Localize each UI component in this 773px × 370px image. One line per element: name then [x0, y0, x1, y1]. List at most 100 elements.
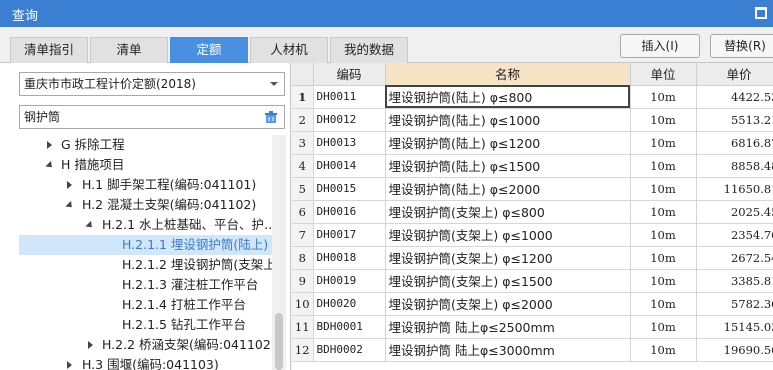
code-cell[interactable]: DH0015 [313, 177, 386, 201]
code-column-header[interactable]: 编码 [313, 63, 386, 86]
collapse-arrow-icon[interactable] [45, 160, 55, 171]
tree-node[interactable]: H.2.1.2 埋设钢护筒(支架上) [19, 255, 274, 275]
unit-cell[interactable]: 10m [630, 292, 697, 316]
tree-node[interactable]: H.2.1.5 钻孔工作平台 [19, 315, 274, 335]
tree-node[interactable]: H.2.1 水上桩基础、平台、护… [19, 215, 274, 235]
tree-node[interactable]: H.2.1.4 打桩工作平台 [19, 295, 274, 315]
tree-node[interactable]: H 措施项目 [19, 155, 274, 175]
code-cell[interactable]: BDH0002 [313, 338, 386, 362]
price-cell[interactable]: 8858.48 [696, 154, 773, 178]
price-cell[interactable]: 6816.87 [696, 131, 773, 155]
clear-search-icon[interactable] [264, 110, 278, 124]
price-cell[interactable]: 2672.54 [696, 246, 773, 270]
code-cell[interactable]: DH0013 [313, 131, 386, 155]
row-number-cell[interactable]: 6 [292, 200, 314, 224]
collapse-arrow-icon[interactable] [65, 200, 75, 211]
name-cell[interactable]: 埋设钢护筒(支架上) φ≤2000 [385, 292, 631, 316]
name-cell[interactable]: 埋设钢护筒(陆上) φ≤800 [385, 85, 631, 109]
tree-scrollbar[interactable] [272, 135, 286, 370]
tab-labor-material-machine[interactable]: 人材机 [250, 37, 328, 63]
table-row[interactable]: 3DH0013埋设钢护筒(陆上) φ≤120010m6816.87 [292, 131, 773, 155]
maximize-icon[interactable] [755, 7, 767, 19]
table-row[interactable]: 5DH0015埋设钢护筒(陆上) φ≤200010m11650.81 [292, 177, 773, 201]
table-row[interactable]: 4DH0014埋设钢护筒(陆上) φ≤150010m8858.48 [292, 154, 773, 178]
row-number-cell[interactable]: 2 [292, 108, 314, 132]
name-cell[interactable]: 埋设钢护筒(陆上) φ≤1200 [385, 131, 631, 155]
row-number-cell[interactable]: 4 [292, 154, 314, 178]
name-cell[interactable]: 埋设钢护筒(支架上) φ≤1200 [385, 246, 631, 270]
expand-arrow-icon[interactable] [67, 181, 72, 189]
expand-arrow-icon[interactable] [88, 341, 93, 349]
name-cell[interactable]: 埋设钢护筒(支架上) φ≤1500 [385, 269, 631, 293]
unit-cell[interactable]: 10m [630, 131, 697, 155]
price-cell[interactable]: 4422.53 [696, 85, 773, 109]
row-number-cell[interactable]: 10 [292, 292, 314, 316]
table-row[interactable]: 11BDH0001埋设钢护筒 陆上φ≤2500mm10m15145.03 [292, 315, 773, 339]
price-cell[interactable]: 5782.36 [696, 292, 773, 316]
code-cell[interactable]: DH0020 [313, 292, 386, 316]
row-number-cell[interactable]: 1 [292, 85, 314, 109]
row-number-cell[interactable]: 5 [292, 177, 314, 201]
row-number-cell[interactable]: 3 [292, 131, 314, 155]
table-row[interactable]: 6DH0016埋设钢护筒(支架上) φ≤80010m2025.45 [292, 200, 773, 224]
table-row[interactable]: 2DH0012埋设钢护筒(陆上) φ≤100010m5513.21 [292, 108, 773, 132]
tree-node[interactable]: H.1 脚手架工程(编码:041101) [19, 175, 274, 195]
tab-list-guide[interactable]: 清单指引 [10, 37, 88, 63]
code-cell[interactable]: DH0018 [313, 246, 386, 270]
insert-button[interactable]: 插入(I) [620, 34, 700, 58]
price-cell[interactable]: 3385.81 [696, 269, 773, 293]
price-cell[interactable]: 19690.56 [696, 338, 773, 362]
table-row[interactable]: 8DH0018埋设钢护筒(支架上) φ≤120010m2672.54 [292, 246, 773, 270]
name-cell[interactable]: 埋设钢护筒(支架上) φ≤800 [385, 200, 631, 224]
table-row[interactable]: 7DH0017埋设钢护筒(支架上) φ≤100010m2354.76 [292, 223, 773, 247]
code-cell[interactable]: DH0019 [313, 269, 386, 293]
tab-quota[interactable]: 定额 [170, 37, 248, 63]
unit-cell[interactable]: 10m [630, 223, 697, 247]
tree-node-selected[interactable]: H.2.1.1 埋设钢护筒(陆上) [19, 235, 274, 255]
tree-node[interactable]: H.2.1.3 灌注桩工作平台 [19, 275, 274, 295]
table-row[interactable]: 10DH0020埋设钢护筒(支架上) φ≤200010m5782.36 [292, 292, 773, 316]
tree-node[interactable]: H.2.2 桥涵支架(编码:041102… [19, 335, 274, 355]
name-cell[interactable]: 埋设钢护筒(陆上) φ≤1000 [385, 108, 631, 132]
tab-list[interactable]: 清单 [90, 37, 168, 63]
expand-arrow-icon[interactable] [67, 361, 72, 369]
code-cell[interactable]: DH0014 [313, 154, 386, 178]
price-column-header[interactable]: 单价 [696, 63, 773, 86]
table-row[interactable]: 9DH0019埋设钢护筒(支架上) φ≤150010m3385.81 [292, 269, 773, 293]
unit-cell[interactable]: 10m [630, 108, 697, 132]
scrollbar-thumb[interactable] [275, 313, 283, 370]
price-cell[interactable]: 2025.45 [696, 200, 773, 224]
search-input[interactable]: 钢护筒 [19, 105, 285, 129]
row-number-cell[interactable]: 12 [292, 338, 314, 362]
row-number-cell[interactable]: 9 [292, 269, 314, 293]
price-cell[interactable]: 15145.03 [696, 315, 773, 339]
unit-cell[interactable]: 10m [630, 200, 697, 224]
name-column-header[interactable]: 名称 [385, 63, 631, 86]
name-cell[interactable]: 埋设钢护筒 陆上φ≤3000mm [385, 338, 631, 362]
name-cell[interactable]: 埋设钢护筒(支架上) φ≤1000 [385, 223, 631, 247]
row-number-cell[interactable]: 8 [292, 246, 314, 270]
chevron-down-icon[interactable] [270, 82, 278, 86]
tree-node[interactable]: H.3 围堰(编码:041103) [19, 355, 274, 370]
price-cell[interactable]: 5513.21 [696, 108, 773, 132]
table-row[interactable]: 1DH0011埋设钢护筒(陆上) φ≤80010m4422.53 [292, 85, 773, 109]
table-row[interactable]: 12BDH0002埋设钢护筒 陆上φ≤3000mm10m19690.56 [292, 338, 773, 362]
tree-node[interactable]: G 拆除工程 [19, 135, 274, 155]
unit-cell[interactable]: 10m [630, 246, 697, 270]
collapse-arrow-icon[interactable] [85, 220, 95, 231]
expand-arrow-icon[interactable] [47, 141, 52, 149]
unit-cell[interactable]: 10m [630, 269, 697, 293]
unit-column-header[interactable]: 单位 [630, 63, 697, 86]
row-number-cell[interactable]: 7 [292, 223, 314, 247]
code-cell[interactable]: DH0011 [313, 85, 386, 109]
price-cell[interactable]: 2354.76 [696, 223, 773, 247]
quota-library-select[interactable]: 重庆市市政工程计价定额(2018) [19, 72, 285, 96]
price-cell[interactable]: 11650.81 [696, 177, 773, 201]
unit-cell[interactable]: 10m [630, 85, 697, 109]
name-cell[interactable]: 埋设钢护筒 陆上φ≤2500mm [385, 315, 631, 339]
code-cell[interactable]: DH0016 [313, 200, 386, 224]
code-cell[interactable]: DH0017 [313, 223, 386, 247]
unit-cell[interactable]: 10m [630, 315, 697, 339]
row-number-cell[interactable]: 11 [292, 315, 314, 339]
tree-node[interactable]: H.2 混凝土支架(编码:041102) [19, 195, 274, 215]
